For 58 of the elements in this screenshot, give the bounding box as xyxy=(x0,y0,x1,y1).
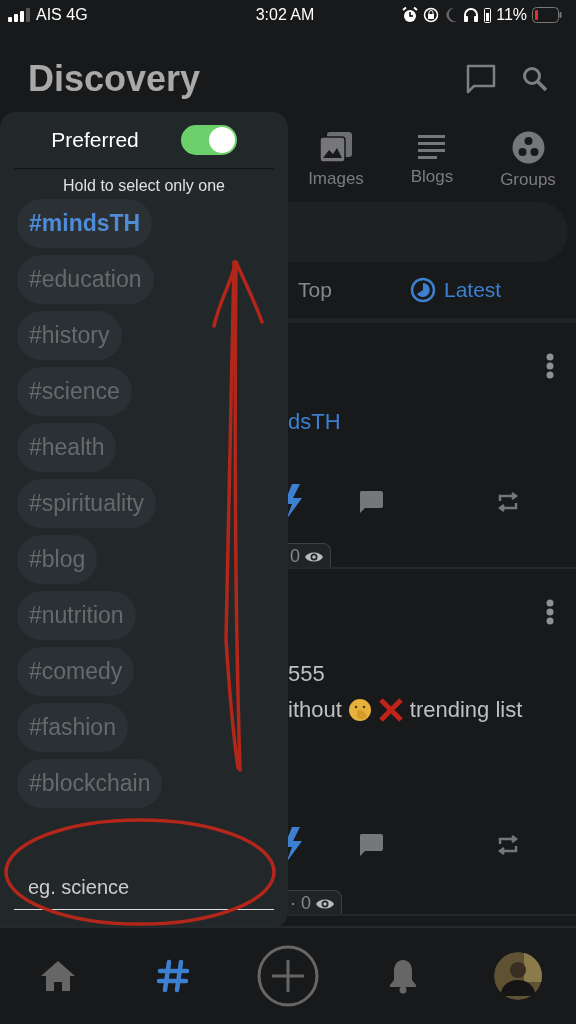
chat-icon[interactable] xyxy=(466,64,496,94)
category-tab[interactable]: Groups xyxy=(480,124,576,190)
post-text: ithout xyxy=(288,697,342,723)
page-title: Discovery xyxy=(28,58,202,100)
images-icon xyxy=(319,131,353,163)
repost-icon[interactable] xyxy=(496,834,519,856)
cross-mark-icon xyxy=(377,697,404,723)
post-text: 555 xyxy=(288,661,326,687)
tag-input-field[interactable]: eg. science xyxy=(14,868,274,910)
search-icon[interactable] xyxy=(522,66,548,92)
bolt-icon[interactable] xyxy=(288,484,302,520)
hashtag-chip[interactable]: #science xyxy=(17,367,132,416)
avatar[interactable] xyxy=(494,952,543,1000)
clock-icon xyxy=(410,277,436,303)
hashtag-chip[interactable]: #nutrition xyxy=(17,591,136,640)
hashtag-chip[interactable]: #health xyxy=(17,423,117,472)
sort-tab[interactable]: Latest xyxy=(410,277,502,303)
signal-icon xyxy=(8,8,30,22)
hashtag-chip[interactable]: #history xyxy=(17,311,122,360)
hashtag-chip[interactable]: #spirituality xyxy=(17,479,157,528)
small-battery-icon xyxy=(484,7,492,23)
category-tab[interactable]: Images xyxy=(288,125,384,189)
panel-title: Preferred xyxy=(51,128,139,152)
hashtag-chip[interactable]: #fashion xyxy=(17,703,128,752)
rotation-lock-icon xyxy=(423,7,440,23)
list-icon xyxy=(417,133,447,161)
hint-text: Hold to select only one xyxy=(62,177,226,195)
groups-icon xyxy=(511,130,545,164)
sort-tab[interactable]: Top xyxy=(298,278,410,302)
hashtag-chip[interactable]: #comedy xyxy=(17,647,135,696)
more-icon[interactable] xyxy=(546,353,554,379)
hashtag-chip[interactable]: #blockchain xyxy=(17,759,163,808)
more-icon[interactable] xyxy=(546,599,554,625)
comment-icon[interactable] xyxy=(357,490,384,514)
headphones-icon xyxy=(463,7,480,23)
hashtag-chip[interactable]: #education xyxy=(17,255,154,304)
battery-icon xyxy=(532,7,562,23)
alarm-icon xyxy=(402,7,419,23)
bolt-icon[interactable] xyxy=(288,827,302,863)
clock-text: 3:02 AM xyxy=(255,6,315,23)
plus-circle-icon xyxy=(257,945,319,1007)
moon-icon xyxy=(444,7,459,23)
bell-icon xyxy=(388,958,419,994)
post-text: trending list xyxy=(409,697,523,723)
hashtag-icon xyxy=(155,959,190,993)
hashtag-chip[interactable]: #blog xyxy=(17,535,98,584)
repost-icon[interactable] xyxy=(496,491,519,513)
hand-over-mouth-emoji-icon xyxy=(347,698,372,722)
views-badge: 0 xyxy=(288,543,331,567)
category-tab[interactable]: Blogs xyxy=(384,127,480,187)
preferred-toggle[interactable] xyxy=(180,125,237,155)
views-badge: · 0 xyxy=(288,890,342,914)
home-icon xyxy=(39,960,76,992)
hashtag-chip[interactable]: #mindsTH xyxy=(17,199,153,248)
carrier-text: AIS 4G xyxy=(36,6,88,24)
comment-icon[interactable] xyxy=(357,833,384,857)
hashtag-link[interactable]: dsTH xyxy=(288,409,576,435)
battery-percent: 11% xyxy=(496,6,527,24)
